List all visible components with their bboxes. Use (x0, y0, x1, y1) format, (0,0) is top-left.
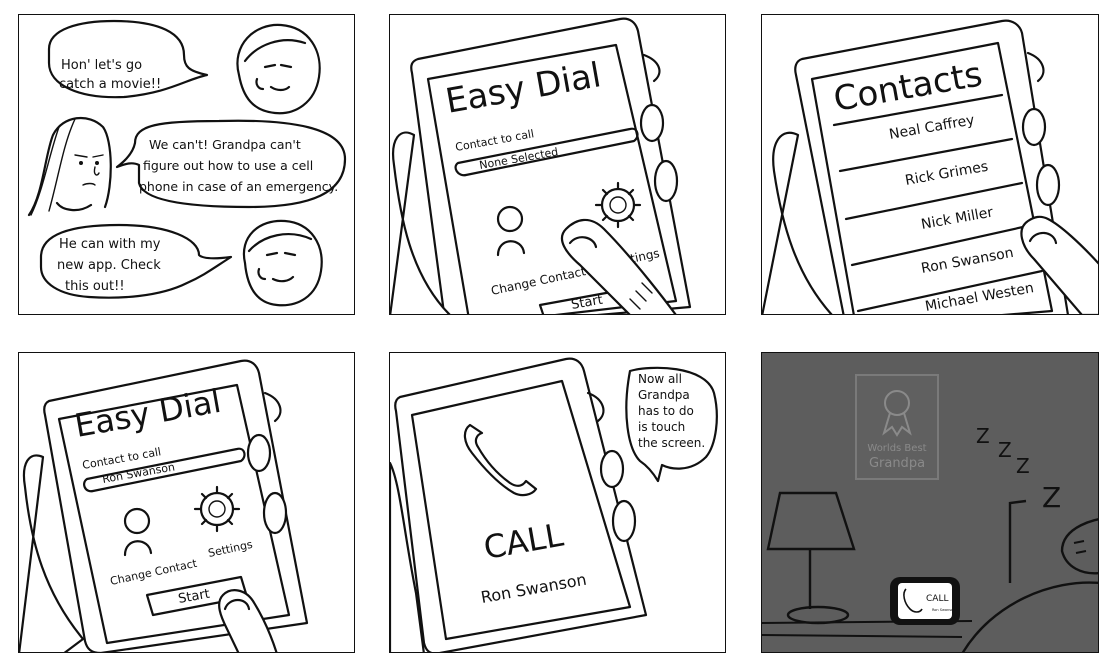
panel-bedroom: Worlds Best Grandpa Z Z Z Z CALL Ron Swa… (761, 352, 1099, 653)
narration-line-1: Now all (638, 372, 682, 386)
volume-down-button (653, 159, 679, 203)
panel-conversation-art: Hon' let's go catch a movie!! We can't! … (27, 19, 347, 307)
snore-z-4: Z (1042, 481, 1061, 514)
poster-line-1: Worlds Best (867, 443, 926, 454)
panel-call-screen-art: CALL Ron Swanson Now all Grandpa has to … (390, 357, 718, 652)
volume-up-button (1021, 107, 1047, 147)
mother-face-bottom (242, 219, 323, 307)
panel-contacts: Contacts Neal Caffrey Rick Grimes Nick M… (761, 14, 1099, 315)
narration-line-5: the screen. (638, 436, 705, 450)
panel-contacts-art: Contacts Neal Caffrey Rick Grimes Nick M… (762, 19, 1098, 314)
phone-callee: Ron Swanson (932, 608, 955, 612)
volume-up-button (599, 449, 625, 489)
bubble-mid-line-1: We can't! Grandpa can't (149, 137, 301, 152)
panel-call-screen: CALL Ron Swanson Now all Grandpa has to … (389, 352, 726, 653)
volume-down-button (1035, 163, 1061, 207)
bubble-mid-line-2: figure out how to use a cell (143, 158, 313, 173)
bubble-mid-line-3: phone in case of an emergency. (139, 179, 338, 194)
phone-body (394, 357, 648, 652)
panel-bedroom-art: Worlds Best Grandpa Z Z Z Z CALL Ron Swa… (762, 374, 1098, 652)
volume-up-button (246, 433, 272, 473)
poster-line-2: Grandpa (869, 456, 925, 471)
panel-app-selected-art: Easy Dial Contact to call Ron Swanson Ch… (19, 359, 309, 652)
narration-line-4: is touch (638, 420, 685, 434)
snore-z-3: Z (1016, 454, 1030, 478)
phone-call-label: CALL (926, 594, 948, 604)
volume-up-button (639, 103, 665, 143)
panel-conversation: Hon' let's go catch a movie!! We can't! … (18, 14, 355, 315)
bubble-bottom-line-2: new app. Check (57, 258, 161, 273)
narration-line-2: Grandpa (638, 388, 690, 402)
narration-line-3: has to do (638, 404, 694, 418)
mother-face-top (236, 23, 321, 115)
phone-on-nightstand[interactable]: CALL Ron Swanson (890, 577, 960, 625)
bubble-top-line-2: catch a movie!! (59, 77, 161, 92)
snore-z-1: Z (976, 424, 990, 448)
volume-down-button (611, 499, 637, 543)
panel-app-selected: Easy Dial Contact to call Ron Swanson Ch… (18, 352, 355, 653)
bubble-bottom-line-1: He can with my (59, 237, 161, 252)
bubble-top-line-1: Hon' let's go (61, 58, 142, 73)
daughter-face (27, 116, 112, 217)
sleeping-grandpa (961, 499, 1098, 652)
panel-app-home-art: Easy Dial Contact to call None Selected … (390, 17, 692, 314)
snore-z-2: Z (998, 438, 1012, 462)
lamp (766, 491, 856, 625)
bubble-bottom-line-3: this out!! (65, 279, 125, 294)
volume-down-button (262, 491, 288, 535)
panel-app-home: Easy Dial Contact to call None Selected … (389, 14, 726, 315)
